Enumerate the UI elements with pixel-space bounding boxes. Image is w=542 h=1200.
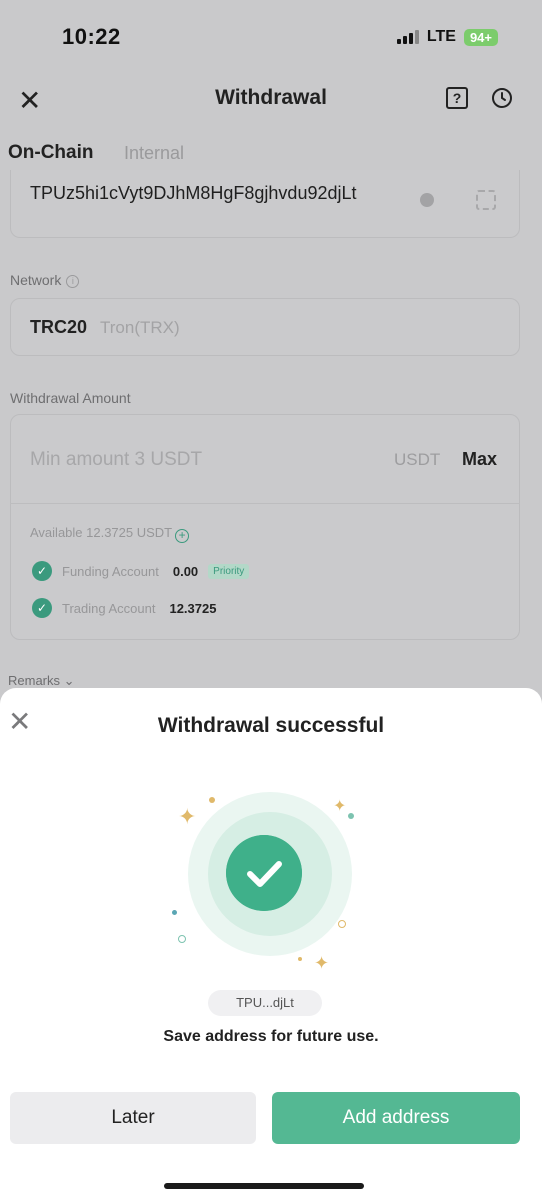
help-icon[interactable]: ?	[446, 87, 468, 109]
remarks-toggle[interactable]: Remarks ⌄	[8, 673, 75, 689]
info-icon[interactable]: i	[66, 275, 80, 288]
sparkle-icon: ✦	[178, 804, 197, 829]
clear-icon[interactable]	[420, 193, 434, 207]
history-icon[interactable]	[490, 86, 514, 110]
decoration-dot	[172, 910, 177, 915]
account-name: Funding Account	[62, 563, 159, 579]
tab-on-chain[interactable]: On-Chain	[8, 142, 94, 164]
account-value: 12.3725	[169, 600, 217, 616]
home-indicator[interactable]	[164, 1183, 364, 1189]
add-address-button[interactable]: Add address	[272, 1092, 520, 1144]
funding-account-row[interactable]: ✓ Funding Account 0.00 Priority	[32, 561, 250, 581]
tab-internal[interactable]: Internal	[124, 143, 184, 164]
scan-icon[interactable]	[476, 190, 496, 210]
check-icon: ✓	[32, 598, 52, 618]
signal-icon	[396, 30, 419, 44]
sparkle-icon: ✦	[333, 798, 347, 815]
available-text: Available 12.3725 USDT	[30, 525, 173, 540]
network-type: LTE	[426, 28, 456, 45]
network-name: Tron(TRX)	[100, 318, 180, 337]
network-code: TRC20	[30, 317, 88, 337]
decoration-ring	[178, 935, 186, 943]
amount-input[interactable]: Min amount 3 USDT	[30, 449, 202, 471]
amount-label: Withdrawal Amount	[10, 390, 131, 406]
decoration-dot	[209, 797, 215, 803]
decoration-dot	[348, 813, 354, 819]
address-value[interactable]: TPUz5hi1cVyt9DJhM8HgF8gjhvdu92djLt	[30, 182, 400, 204]
decoration-ring	[338, 920, 346, 928]
amount-unit: USDT	[394, 450, 441, 469]
sparkle-icon: ✦	[314, 953, 330, 973]
sheet-title: Withdrawal successful	[157, 714, 385, 737]
check-icon: ✓	[32, 561, 52, 581]
address-field[interactable]	[10, 170, 520, 238]
account-name: Trading Account	[62, 600, 156, 616]
account-value: 0.00	[172, 563, 199, 579]
available-balance: Available 12.3725 USDT +	[30, 525, 190, 543]
network-label-text: Network	[10, 272, 62, 288]
status-indicators: LTE 94+	[396, 28, 498, 46]
network-label: Network i	[10, 272, 80, 288]
later-button[interactable]: Later	[10, 1092, 256, 1144]
add-circle-icon[interactable]: +	[175, 529, 190, 543]
max-button[interactable]: Max	[462, 449, 497, 470]
trading-account-row[interactable]: ✓ Trading Account 12.3725	[32, 598, 216, 618]
success-check-icon	[226, 835, 302, 911]
battery-icon: 94+	[463, 28, 498, 46]
status-time: 10:22	[62, 24, 121, 49]
save-address-message: Save address for future use.	[163, 1028, 379, 1045]
priority-badge: Priority	[208, 563, 250, 579]
divider	[10, 503, 520, 504]
decoration-dot	[298, 957, 302, 961]
address-chip: TPU...djLt	[208, 990, 322, 1016]
